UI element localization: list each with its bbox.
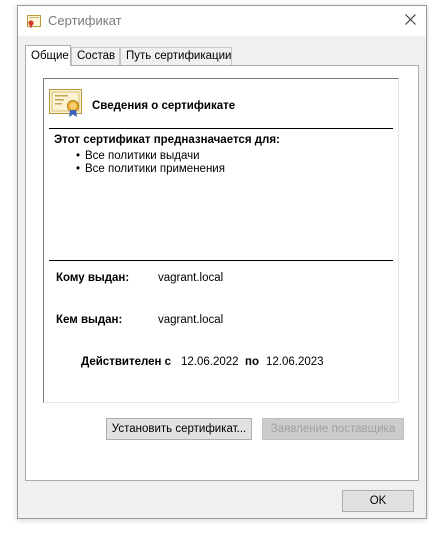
window-title: Сертификат — [48, 13, 122, 28]
purpose-list: Все политики выдачи Все политики примене… — [76, 150, 225, 176]
valid-to-label: по — [245, 356, 259, 368]
tab-details[interactable]: Состав — [71, 47, 120, 65]
tab-panel-general: Сведения о сертификате Этот сертификат п… — [25, 65, 419, 481]
install-certificate-button[interactable]: Установить сертификат... — [106, 418, 252, 440]
ok-button[interactable]: OK — [342, 490, 414, 512]
certificate-icon — [49, 89, 82, 117]
divider — [49, 128, 393, 129]
close-icon — [404, 14, 416, 28]
valid-to-value: 12.06.2023 — [266, 356, 324, 368]
certificate-info-heading: Сведения о сертификате — [92, 100, 236, 112]
certificate-icon — [27, 14, 41, 28]
list-item: Все политики выдачи — [76, 150, 225, 163]
certificate-dialog: Сертификат Общие Состав Путь сертификаци… — [17, 5, 427, 519]
issued-to-label: Кому выдан: — [56, 272, 130, 284]
tab-certification-path[interactable]: Путь сертификации — [120, 47, 232, 65]
issued-by-value: vagrant.local — [158, 314, 224, 326]
certificate-info-box: Сведения о сертификате Этот сертификат п… — [43, 78, 399, 403]
issued-to-value: vagrant.local — [158, 272, 224, 284]
list-item: Все политики применения — [76, 163, 225, 176]
close-button[interactable] — [394, 6, 426, 36]
tab-general[interactable]: Общие — [25, 45, 71, 66]
title-bar: Сертификат — [18, 6, 426, 36]
divider — [49, 260, 393, 261]
issuer-statement-button: Заявление поставщика — [262, 418, 404, 440]
valid-from-label: Действителен с — [81, 356, 172, 368]
purpose-title: Этот сертификат предназначается для: — [54, 134, 280, 146]
issued-by-label: Кем выдан: — [56, 314, 123, 326]
valid-from-value: 12.06.2022 — [181, 356, 239, 368]
